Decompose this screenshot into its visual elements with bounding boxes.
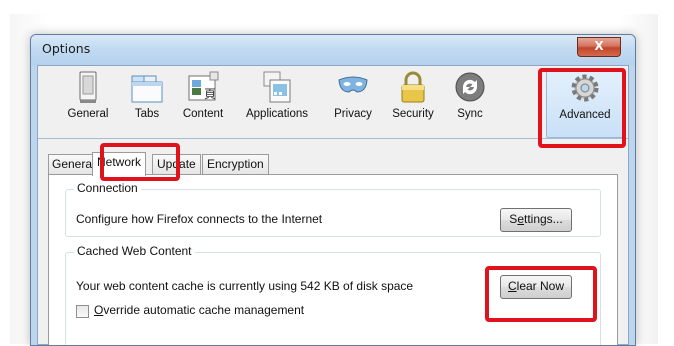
tabs-icon xyxy=(130,70,164,104)
pane-applications-label: Applications xyxy=(245,108,308,120)
privacy-mask-icon xyxy=(336,70,370,104)
padlock-icon xyxy=(396,70,430,104)
pane-sync-label: Sync xyxy=(457,108,483,120)
pane-advanced[interactable]: Advanced xyxy=(546,68,624,138)
title-bar: Options X xyxy=(31,35,635,65)
connection-description: Configure how Firefox connects to the In… xyxy=(76,212,323,226)
applications-icon xyxy=(260,70,294,104)
gear-icon xyxy=(568,71,602,105)
clear-now-button-accesskey: C xyxy=(507,279,517,293)
pane-content[interactable]: 頁 Content xyxy=(174,70,232,134)
settings-button-accesskey: e xyxy=(517,212,524,226)
dialog-client: General Tabs 頁 Content Applications Priv… xyxy=(37,65,629,345)
pane-advanced-label: Advanced xyxy=(559,109,611,121)
override-cache-checkbox[interactable] xyxy=(76,305,89,318)
pane-content-label: Content xyxy=(182,108,224,120)
close-icon: X xyxy=(594,39,604,53)
settings-button[interactable]: Settings... xyxy=(500,208,572,232)
pane-tabs[interactable]: Tabs xyxy=(124,70,170,134)
advanced-tabs: Genera Network Update Encryption xyxy=(48,152,618,176)
window-title: Options xyxy=(42,41,91,56)
pane-security[interactable]: Security xyxy=(384,70,442,134)
content-icon: 頁 xyxy=(186,70,220,104)
pane-tabs-label: Tabs xyxy=(134,108,160,120)
tab-general[interactable]: Genera xyxy=(48,154,95,175)
pane-security-label: Security xyxy=(392,108,434,120)
pane-general[interactable]: General xyxy=(58,70,118,134)
pane-general-label: General xyxy=(67,108,109,120)
cache-group: Cached Web Content Your web content cach… xyxy=(65,244,601,345)
pane-privacy[interactable]: Privacy xyxy=(326,70,380,134)
override-cache-label-end: verride automatic cache management xyxy=(103,303,305,317)
clear-now-button-label-end: lear Now xyxy=(516,279,565,293)
pane-privacy-label: Privacy xyxy=(334,108,372,120)
tab-network[interactable]: Network xyxy=(92,152,147,176)
cache-usage-text: Your web content cache is currently usin… xyxy=(76,279,414,293)
sync-icon xyxy=(453,70,487,104)
network-panel: Connection Configure how Firefox connect… xyxy=(48,174,618,345)
pane-toolbar: General Tabs 頁 Content Applications Priv… xyxy=(38,66,628,138)
override-cache-label: Override automatic cache management xyxy=(94,303,304,317)
toolbar-divider xyxy=(38,138,628,139)
clear-now-button[interactable]: Clear Now xyxy=(500,275,572,299)
override-cache-accesskey: O xyxy=(94,303,104,317)
settings-button-label-end: ttings... xyxy=(524,212,563,226)
close-button[interactable]: X xyxy=(577,37,621,57)
options-dialog: Options X General Tabs 頁 Content Applica… xyxy=(30,34,636,346)
tab-network-label: Network xyxy=(97,155,142,169)
svg-text:頁: 頁 xyxy=(204,87,216,101)
general-icon xyxy=(71,70,105,104)
tab-encryption[interactable]: Encryption xyxy=(202,154,269,175)
pane-sync[interactable]: Sync xyxy=(448,70,492,134)
tab-general-label: Genera xyxy=(52,157,93,171)
tab-update[interactable]: Update xyxy=(152,154,201,175)
tab-encryption-label: Encryption xyxy=(207,157,264,171)
tab-update-label: Update xyxy=(157,157,196,171)
pane-applications[interactable]: Applications xyxy=(234,70,320,134)
connection-group: Connection Configure how Firefox connect… xyxy=(65,181,601,237)
connection-legend: Connection xyxy=(74,181,141,195)
cache-legend: Cached Web Content xyxy=(74,244,195,258)
